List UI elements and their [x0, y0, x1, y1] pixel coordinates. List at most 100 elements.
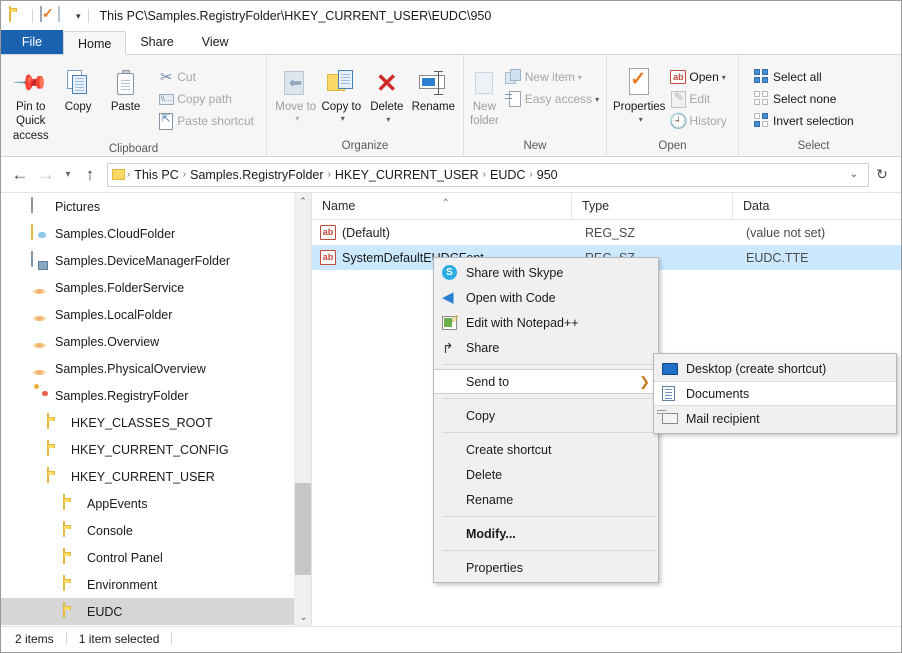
column-header-type[interactable]: Type	[571, 193, 732, 220]
breadcrumb-samples-registryfolder[interactable]: Samples.RegistryFolder	[186, 168, 327, 182]
properties-button[interactable]: ✓ Properties ▾	[613, 62, 665, 125]
column-header-name[interactable]: Name ⌃	[312, 193, 571, 220]
address-input[interactable]: › This PC › Samples.RegistryFolder › HKE…	[107, 162, 869, 187]
paste-icon	[115, 66, 137, 100]
nav-item-samples-physicaloverview[interactable]: Samples.PhysicalOverview	[1, 355, 311, 382]
menu-item-share-with-skype[interactable]: S Share with Skype	[434, 260, 658, 285]
nav-item-hkey-current-config[interactable]: HKEY_CURRENT_CONFIG	[1, 436, 311, 463]
nav-item-samples-folderservice[interactable]: Samples.FolderService	[1, 274, 311, 301]
properties-icon[interactable]	[38, 6, 56, 25]
move-to-button[interactable]: ⬅ Move to ▾	[273, 62, 319, 124]
up-button[interactable]: ↑	[77, 166, 103, 183]
customize-qat-dropdown-icon[interactable]: ▾	[76, 11, 81, 21]
nav-item-samples-overview[interactable]: Samples.Overview	[1, 328, 311, 355]
submenu-item-label: Mail recipient	[686, 411, 760, 426]
copy-to-icon	[327, 66, 355, 100]
scroll-down-arrow-icon[interactable]: ⌄	[295, 609, 311, 626]
copy-path-button[interactable]: \\… Copy path	[155, 88, 260, 110]
cut-button[interactable]: ✂ Cut	[155, 66, 260, 88]
nav-item-label: Samples.FolderService	[55, 280, 185, 295]
nav-item-control-panel[interactable]: Control Panel	[1, 544, 311, 571]
refresh-button[interactable]: ↻	[869, 166, 895, 183]
ribbon: 📌 Pin to Quick access Copy Paste ✂ Cut \…	[1, 55, 901, 157]
delete-button[interactable]: ✕ Delete ▾	[364, 62, 410, 125]
nav-item-hkey-classes-root[interactable]: HKEY_CLASSES_ROOT	[1, 409, 311, 436]
menu-item-open-with-code[interactable]: ◀ Open with Code	[434, 285, 658, 310]
nav-item-samples-devicemanagerfolder[interactable]: Samples.DeviceManagerFolder	[1, 247, 311, 274]
invert-selection-button[interactable]: Invert selection	[751, 110, 860, 132]
nav-item-pictures[interactable]: Pictures	[1, 193, 311, 220]
scroll-up-arrow-icon[interactable]: ⌃	[295, 193, 311, 210]
nav-item-hkey-current-user[interactable]: HKEY_CURRENT_USER	[1, 463, 311, 490]
tab-share[interactable]: Share	[126, 30, 187, 54]
folder-icon	[63, 601, 81, 621]
nav-item-label: Console	[87, 523, 133, 538]
easy-access-button[interactable]: Easy access ▾	[503, 88, 605, 110]
paste-button[interactable]: Paste	[102, 62, 149, 114]
pin-to-quick-access-button[interactable]: 📌 Pin to Quick access	[7, 62, 54, 143]
nav-item-label: Samples.CloudFolder	[55, 226, 176, 241]
nav-item-label: HKEY_CURRENT_CONFIG	[71, 442, 229, 457]
column-header-row: Name ⌃ Type Data	[312, 193, 901, 220]
menu-item-label: Create shortcut	[466, 442, 552, 457]
rename-label: Rename	[411, 101, 456, 113]
new-document-icon[interactable]	[56, 6, 74, 25]
tab-view[interactable]: View	[188, 30, 243, 54]
breadcrumb-eudc[interactable]: EUDC	[486, 168, 529, 182]
history-button[interactable]: 🕘 History	[667, 110, 732, 132]
breadcrumb-hkey-current-user[interactable]: HKEY_CURRENT_USER	[331, 168, 483, 182]
nav-item-samples-registryfolder[interactable]: Samples.RegistryFolder	[1, 382, 311, 409]
breadcrumb-this-pc[interactable]: This PC	[130, 168, 182, 182]
menu-item-send-to[interactable]: Send to ❯	[434, 369, 658, 394]
back-button[interactable]: ←	[7, 166, 33, 183]
select-all-button[interactable]: Select all	[751, 66, 860, 88]
menu-item-edit-with-notepad[interactable]: Edit with Notepad++	[434, 310, 658, 335]
table-row[interactable]: ab (Default) REG_SZ (value not set)	[312, 220, 901, 245]
paste-shortcut-button[interactable]: Paste shortcut	[155, 110, 260, 132]
nav-item-environment[interactable]: Environment	[1, 571, 311, 598]
new-folder-icon	[473, 66, 495, 100]
copy-button[interactable]: Copy	[54, 62, 101, 114]
folder-icon	[47, 439, 65, 459]
folder-icon[interactable]	[9, 6, 27, 25]
rename-button[interactable]: Rename	[410, 62, 457, 114]
menu-item-copy[interactable]: Copy	[434, 403, 658, 428]
address-folder-icon	[112, 169, 125, 180]
menu-item-create-shortcut[interactable]: Create shortcut	[434, 437, 658, 462]
navigation-tree: Pictures Samples.CloudFolder Samples.Dev…	[1, 193, 311, 626]
select-none-button[interactable]: Select none	[751, 88, 860, 110]
submenu-item-mail-recipient[interactable]: Mail recipient	[654, 406, 896, 431]
nav-item-appevents[interactable]: AppEvents	[1, 490, 311, 517]
new-folder-button[interactable]: New folder	[470, 62, 499, 129]
nav-item-label: Samples.DeviceManagerFolder	[55, 253, 231, 268]
nav-item-console[interactable]: Console	[1, 517, 311, 544]
menu-item-properties[interactable]: Properties	[434, 555, 658, 580]
move-to-label: Move to	[275, 101, 317, 113]
scrollbar-thumb[interactable]	[295, 483, 311, 575]
nav-item-keyboard-layout[interactable]: Keyboard Layout	[1, 625, 311, 626]
menu-item-modify[interactable]: Modify...	[434, 521, 658, 546]
edit-button[interactable]: Edit	[667, 88, 732, 110]
nav-item-samples-localfolder[interactable]: Samples.LocalFolder	[1, 301, 311, 328]
breadcrumb-950[interactable]: 950	[533, 168, 562, 182]
recent-locations-button[interactable]: ▾	[59, 169, 77, 180]
address-dropdown-icon[interactable]: ⌄	[844, 169, 864, 180]
forward-button[interactable]: →	[33, 166, 59, 183]
copy-to-button[interactable]: Copy to ▾	[319, 62, 365, 124]
new-folder-label: New folder	[470, 101, 499, 128]
nav-item-samples-cloudfolder[interactable]: Samples.CloudFolder	[1, 220, 311, 247]
new-item-button[interactable]: New item ▾	[503, 66, 605, 88]
navigation-scrollbar[interactable]: ⌃ ⌄	[294, 193, 311, 626]
menu-item-delete[interactable]: Delete	[434, 462, 658, 487]
context-menu: S Share with Skype ◀ Open with Code Edit…	[433, 257, 659, 583]
submenu-item-documents[interactable]: Documents	[654, 381, 896, 406]
submenu-item-desktop-create-shortcut[interactable]: Desktop (create shortcut)	[654, 356, 896, 381]
nav-item-eudc[interactable]: EUDC	[1, 598, 311, 625]
tab-home[interactable]: Home	[63, 31, 127, 55]
tab-file[interactable]: File	[1, 30, 63, 54]
ribbon-group-label-open: Open	[658, 140, 687, 152]
open-button[interactable]: ab Open ▾	[667, 66, 732, 88]
column-header-data[interactable]: Data	[732, 193, 901, 220]
menu-item-share[interactable]: ↱ Share	[434, 335, 658, 360]
menu-item-rename[interactable]: Rename	[434, 487, 658, 512]
